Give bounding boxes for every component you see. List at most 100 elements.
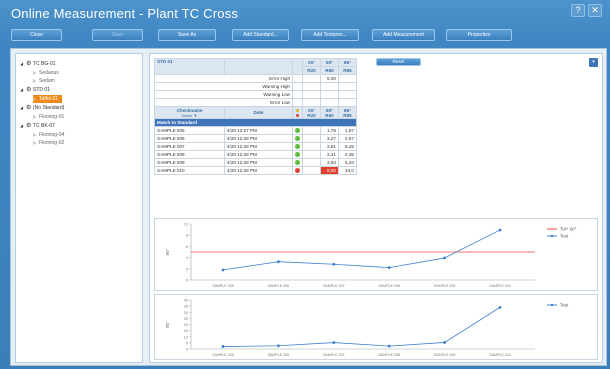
status-cell [292, 166, 303, 175]
tree-node-no-standard[interactable]: ◢ ⚙ (No Standard) [20, 104, 64, 112]
value-cell-85: 2,67 [338, 134, 357, 143]
table-row[interactable]: SAMPLE 006 4/20 12:28 PM 3,27 2,67 [154, 134, 357, 143]
angle-sublabel: R60 [325, 112, 334, 118]
limit-value[interactable] [320, 98, 339, 107]
sample-date-cell: 4/20 12:28 PM [224, 150, 293, 159]
window-title: Online Measurement - Plant TC Cross [11, 6, 239, 21]
limit-row: Warning Low [154, 90, 357, 99]
limit-label: Warning Low [154, 90, 293, 99]
sample-name-cell: SAMPLE 010 [154, 166, 225, 175]
toolbar: Close Save Save As Add Standard... Add T… [0, 29, 610, 43]
value-cell-85: 5,25 [338, 142, 357, 151]
value-cell-60: 3,27 [320, 134, 339, 143]
limit-value[interactable] [302, 90, 321, 99]
status-cell [292, 158, 303, 167]
sample-name-cell: SAMPLE 006 [154, 134, 225, 143]
table-row[interactable]: SAMPLE 005 4/20 12:27 PM 1,78 1,97 [154, 126, 357, 135]
angle-header-85[interactable]: 85° [338, 58, 357, 67]
tree-node-flooring-02[interactable]: ▷ Flooring-02 [33, 139, 64, 147]
data-point [277, 344, 280, 348]
sample-date-cell: 4/20 12:28 PM [224, 134, 293, 143]
limit-value[interactable] [302, 82, 321, 91]
x-tick-label: SAMPLE 010 [489, 353, 511, 357]
angle-header-20[interactable]: 20° [302, 58, 321, 67]
data-point [332, 341, 336, 344]
value-cell-20 [302, 150, 321, 159]
add-textures-button[interactable]: Add Textures... [301, 29, 359, 41]
save-button[interactable]: Save [92, 29, 143, 41]
table-row[interactable]: SAMPLE 007 4/20 12:28 PM 2,81 5,25 [154, 142, 357, 151]
status-cell [292, 134, 303, 143]
properties-button[interactable]: Properties [446, 29, 512, 41]
tree-node-sedam[interactable]: ▷ Sedam [33, 77, 55, 85]
legend-series-label: Test [560, 303, 569, 308]
save-as-button[interactable]: Save As [158, 29, 216, 41]
angle-header-60[interactable]: 60° [320, 58, 339, 67]
tree-node-tc-bg-01[interactable]: ◢ ⚙ TC BG-01 [20, 60, 56, 68]
tree-node-sedanus[interactable]: ▷ Sedanus [33, 69, 59, 77]
limit-value[interactable] [302, 98, 321, 107]
add-measurement-button[interactable]: Add Measurement [372, 29, 435, 41]
limit-value[interactable] [302, 74, 321, 83]
angle-header-60-lower: 60° R60 [320, 106, 339, 119]
status-cell [292, 142, 303, 151]
data-point [332, 262, 336, 266]
help-button[interactable]: ? [571, 4, 585, 17]
data-point [498, 305, 502, 309]
y-tick-label: 5 [186, 341, 188, 345]
limit-value[interactable]: 5,00 [320, 74, 339, 83]
series-line [222, 229, 501, 271]
angle-header-20-lower: 20° R20 [302, 106, 321, 119]
x-tick-label: SAMPLE 006 [268, 284, 290, 288]
tree-node-label: Taffet 01 [39, 96, 59, 102]
tree-node-flooring-04[interactable]: ▷ Flooring-04 [33, 131, 64, 139]
y-tick-label: 4 [186, 256, 188, 260]
tree-node-label: Sedam [39, 78, 55, 84]
limit-value[interactable] [320, 82, 339, 91]
close-button[interactable]: Close [11, 29, 62, 41]
gear-icon: ⚙ [26, 123, 32, 129]
gear-icon: ⚙ [26, 87, 32, 93]
limit-value[interactable] [320, 90, 339, 99]
gear-icon: ⚙ [26, 105, 32, 111]
tree-node-tc-bk-07[interactable]: ◢ ⚙ TC BK-07 [20, 122, 55, 130]
value-cell-85: 5,34 [338, 158, 357, 167]
limit-value[interactable] [338, 82, 357, 91]
tree-node-label: TC BG-01 [33, 61, 56, 67]
legend-limit-label: Tol+ 60° [560, 227, 577, 232]
content-area: ◢ ⚙ TC BG-01 ▷ Sedanus ▷ Sedam ◢ ⚙ STD 01 ▷ Taf… [10, 48, 607, 366]
legend-series-marker [550, 303, 554, 307]
measurement-grid: STD 01 20° 60° 85° R20 R60 R85 Error Hig… [154, 58, 357, 175]
x-tick-label: SAMPLE 009 [434, 284, 456, 288]
limit-value[interactable] [338, 90, 357, 99]
value-cell-60: 8,92 [320, 166, 339, 175]
add-standard-button[interactable]: Add Standard... [232, 29, 289, 41]
tree-node-std-01[interactable]: ◢ ⚙ STD 01 [20, 86, 50, 94]
match-to-standard-header: Match to Standard [154, 118, 357, 127]
x-tick-label: SAMPLE 008 [378, 353, 400, 357]
status-red-icon [295, 167, 300, 173]
tree-node-taffet-01[interactable]: ▷ Taffet 01 [33, 95, 63, 103]
value-cell-60: 3,94 [320, 158, 339, 167]
tree-node-flooring-01[interactable]: ▷ Flooring-01 [33, 113, 64, 121]
limit-value[interactable] [338, 74, 357, 83]
status-dot-icon [296, 113, 299, 117]
table-row[interactable]: SAMPLE 008 4/20 12:28 PM 2,21 2,35 [154, 150, 357, 159]
limit-value[interactable] [338, 98, 357, 107]
y-tick-label: 8 [186, 234, 188, 238]
name-column-header[interactable]: Checkname Name ▼ [154, 106, 225, 119]
date-column-header[interactable]: Date [224, 106, 293, 119]
sort-indicator[interactable]: Name ▼ [157, 113, 222, 118]
y-tick-label: 2 [186, 267, 188, 271]
y-axis-label: 85° [165, 321, 170, 328]
chevron-down-icon[interactable]: ▾ [589, 58, 598, 67]
reset-button[interactable]: Reset [376, 58, 421, 66]
x-tick-label: SAMPLE 008 [378, 284, 400, 288]
table-row[interactable]: SAMPLE 010 4/20 12:28 PM 8,92 34,0 [154, 166, 357, 175]
table-row[interactable]: SAMPLE 009 4/20 12:28 PM 3,94 5,34 [154, 158, 357, 167]
y-tick-label: 20 [184, 323, 188, 327]
x-tick-label: SAMPLE 005 [212, 353, 234, 357]
value-cell-85: 1,97 [338, 126, 357, 135]
close-window-button[interactable]: ✕ [588, 4, 602, 17]
x-tick-label: SAMPLE 007 [323, 353, 345, 357]
